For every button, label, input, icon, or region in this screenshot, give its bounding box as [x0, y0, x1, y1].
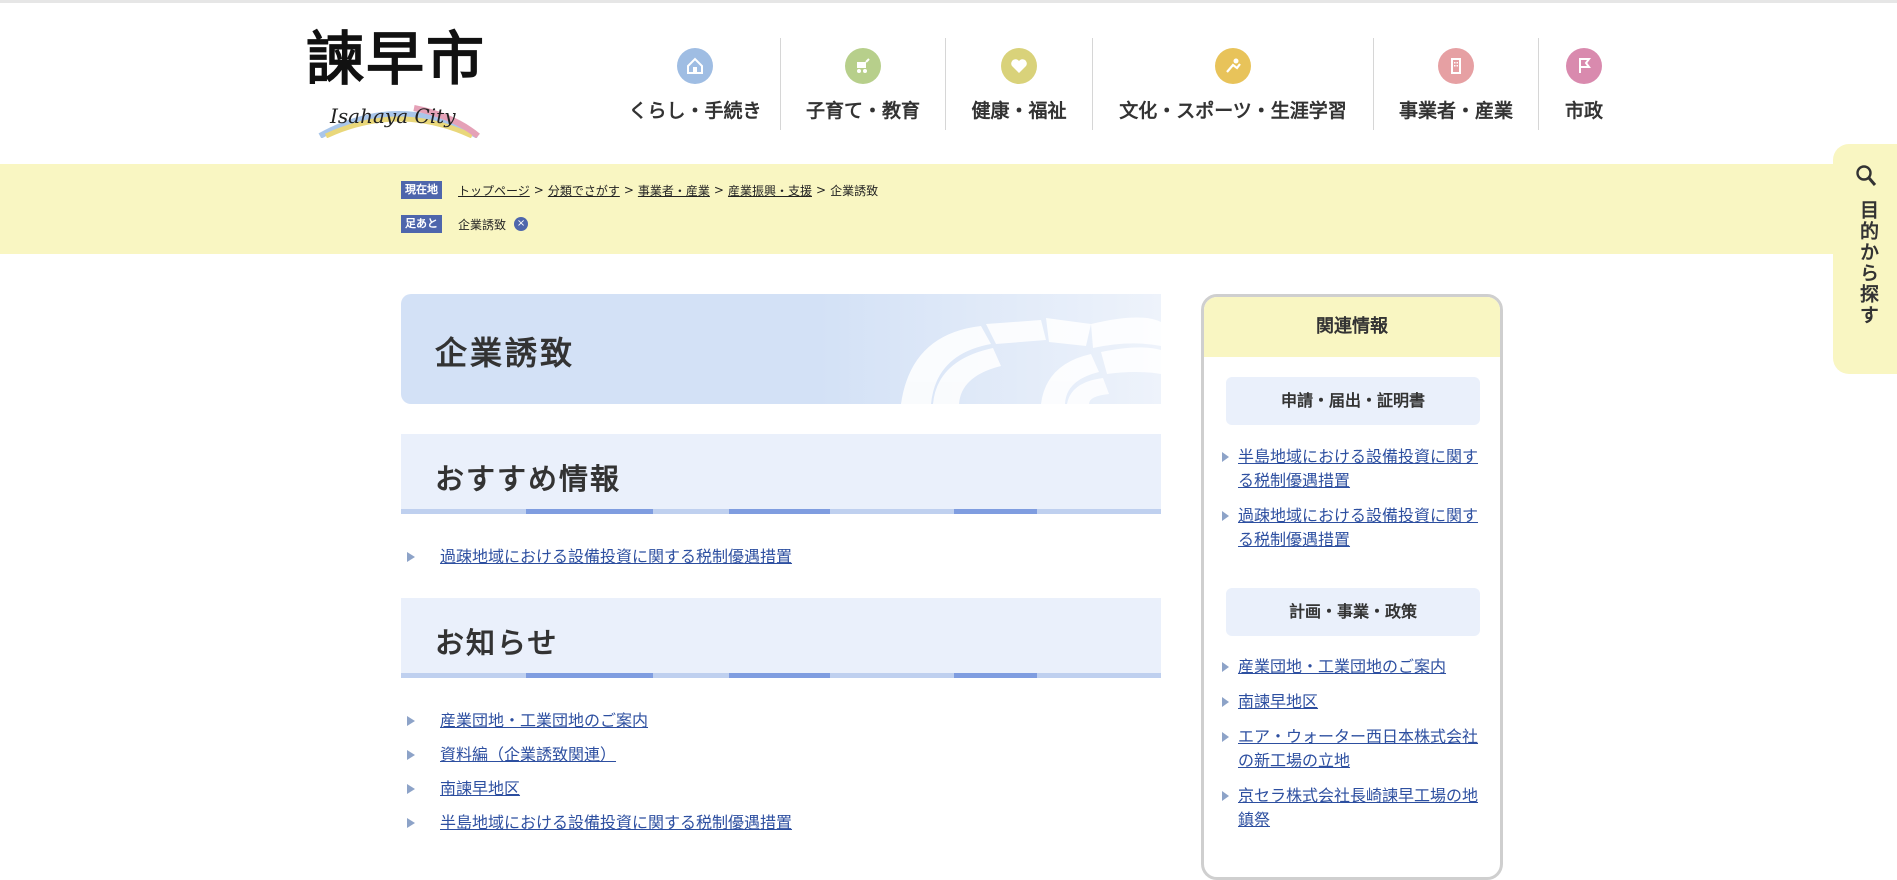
logo-text: 諫早市: [306, 25, 487, 93]
stroller-icon: [845, 48, 881, 84]
sports-icon: [1215, 48, 1251, 84]
nav-label: 健康・福祉: [971, 100, 1067, 122]
nav-label: 事業者・産業: [1398, 100, 1513, 122]
list-item: 過疎地域における設備投資に関する税制優遇措置: [407, 545, 792, 579]
nav-label: くらし・手続き: [628, 100, 762, 122]
list-item: 半島地域における設備投資に関する税制優遇措置: [407, 811, 792, 845]
list-item: 資料編（企業誘致関連）: [407, 743, 792, 777]
breadcrumb-separator: >: [713, 183, 724, 197]
news-link[interactable]: 資料編（企業誘致関連）: [440, 745, 616, 764]
related-link[interactable]: 半島地域における設備投資に関する税制優遇措置: [1238, 447, 1478, 490]
triangle-bullet-icon: [407, 552, 415, 562]
nav-label: 市政: [1564, 100, 1603, 122]
search-icon: [1856, 165, 1877, 186]
section-underline: [401, 509, 1161, 514]
triangle-bullet-icon: [407, 716, 415, 726]
breadcrumb-link-category[interactable]: 分類でさがす: [548, 182, 620, 199]
breadcrumb-band: [0, 164, 1897, 254]
related-list-plans: 産業団地・工業団地のご案内 南諫早地区 エア・ウォーター西日本株式会社の新工場の…: [1222, 655, 1484, 843]
triangle-bullet-icon: [1222, 662, 1229, 672]
section-title: おすすめ情報: [435, 462, 622, 496]
breadcrumb-separator: >: [816, 183, 827, 197]
related-link[interactable]: エア・ウォーター西日本株式会社の新工場の立地: [1238, 727, 1478, 770]
page-title: 企業誘致: [435, 334, 576, 372]
news-link[interactable]: 南諫早地区: [440, 779, 520, 798]
list-item: エア・ウォーター西日本株式会社の新工場の立地: [1222, 725, 1484, 773]
triangle-bullet-icon: [407, 818, 415, 828]
related-info-panel: 関連情報 申請・届出・証明書 半島地域における設備投資に関する税制優遇措置 過疎…: [1201, 294, 1503, 880]
triangle-bullet-icon: [1222, 452, 1229, 462]
page-title-banner: 企業誘致: [401, 294, 1161, 404]
nav-item-culture-sports[interactable]: 文化・スポーツ・生涯学習: [1093, 38, 1374, 130]
close-icon[interactable]: ×: [514, 217, 529, 231]
list-item: 過疎地域における設備投資に関する税制優遇措置: [1222, 504, 1484, 552]
news-link[interactable]: 半島地域における設備投資に関する税制優遇措置: [440, 813, 792, 832]
related-category-applications: 申請・届出・証明書: [1226, 377, 1480, 425]
logo-subtitle: Isahaya City: [330, 104, 456, 128]
flag-icon: [1566, 48, 1602, 84]
nav-label: 文化・スポーツ・生涯学習: [1119, 100, 1347, 122]
breadcrumb-link-business[interactable]: 事業者・産業: [638, 182, 710, 199]
triangle-bullet-icon: [407, 750, 415, 760]
related-link[interactable]: 産業団地・工業団地のご案内: [1238, 657, 1446, 676]
stone-bridge-decoration: [901, 317, 1161, 404]
triangle-bullet-icon: [1222, 732, 1229, 742]
breadcrumb-link-top[interactable]: トップページ: [458, 182, 530, 199]
list-item: 産業団地・工業団地のご案内: [1222, 655, 1484, 679]
triangle-bullet-icon: [1222, 511, 1229, 521]
related-link[interactable]: 南諫早地区: [1238, 692, 1318, 711]
heart-icon: [1001, 48, 1037, 84]
breadcrumb-separator: >: [533, 183, 544, 197]
purpose-search-tab[interactable]: 目的から探す: [1833, 144, 1897, 374]
nav-label: 子育て・教育: [805, 100, 920, 122]
purpose-search-label: 目的から探す: [1857, 200, 1879, 326]
section-header-news: お知らせ: [401, 598, 1161, 678]
breadcrumb-tag: 現在地: [401, 181, 442, 199]
nav-item-health[interactable]: 健康・福祉: [946, 38, 1093, 130]
nav-item-city-admin[interactable]: 市政: [1539, 38, 1629, 130]
news-link-list: 産業団地・工業団地のご案内 資料編（企業誘致関連） 南諫早地区 半島地域における…: [407, 709, 792, 845]
building-icon: [1438, 48, 1474, 84]
breadcrumb-current: 企業誘致: [830, 183, 879, 198]
recommended-link[interactable]: 過疎地域における設備投資に関する税制優遇措置: [440, 547, 792, 566]
house-icon: [677, 48, 713, 84]
breadcrumb-link-promotion[interactable]: 産業振興・支援: [728, 182, 812, 199]
list-item: 南諫早地区: [407, 777, 792, 811]
triangle-bullet-icon: [1222, 697, 1229, 707]
footprint-item[interactable]: 企業誘致: [458, 216, 506, 233]
recommended-link-list: 過疎地域における設備投資に関する税制優遇措置: [407, 545, 792, 579]
nav-item-business[interactable]: 事業者・産業: [1374, 38, 1539, 130]
top-border: [0, 0, 1897, 3]
related-info-title: 関連情報: [1204, 297, 1500, 357]
list-item: 京セラ株式会社長崎諫早工場の地鎮祭: [1222, 784, 1484, 832]
nav-item-childcare[interactable]: 子育て・教育: [781, 38, 946, 130]
list-item: 南諫早地区: [1222, 690, 1484, 714]
section-title: お知らせ: [435, 626, 559, 660]
related-link[interactable]: 過疎地域における設備投資に関する税制優遇措置: [1238, 506, 1478, 549]
global-nav: くらし・手続き 子育て・教育 健康・福祉 文化・スポーツ・生涯学習 事業者・産業…: [610, 38, 1629, 130]
site-logo[interactable]: 諫早市 Isahaya City: [306, 26, 494, 138]
section-underline: [401, 673, 1161, 678]
related-link[interactable]: 京セラ株式会社長崎諫早工場の地鎮祭: [1238, 786, 1478, 829]
list-item: 産業団地・工業団地のご案内: [407, 709, 792, 743]
related-list-applications: 半島地域における設備投資に関する税制優遇措置 過疎地域における設備投資に関する税…: [1222, 445, 1484, 563]
footprint: 足あと 企業誘致 ×: [401, 215, 529, 233]
triangle-bullet-icon: [1222, 791, 1229, 801]
triangle-bullet-icon: [407, 784, 415, 794]
breadcrumb-separator: >: [623, 183, 634, 197]
related-category-plans: 計画・事業・政策: [1226, 588, 1480, 636]
news-link[interactable]: 産業団地・工業団地のご案内: [440, 711, 648, 730]
footprint-tag: 足あと: [401, 215, 442, 233]
section-header-recommended: おすすめ情報: [401, 434, 1161, 514]
breadcrumb: 現在地 トップページ > 分類でさがす > 事業者・産業 > 産業振興・支援 >…: [401, 181, 878, 199]
nav-item-living[interactable]: くらし・手続き: [610, 38, 781, 130]
list-item: 半島地域における設備投資に関する税制優遇措置: [1222, 445, 1484, 493]
